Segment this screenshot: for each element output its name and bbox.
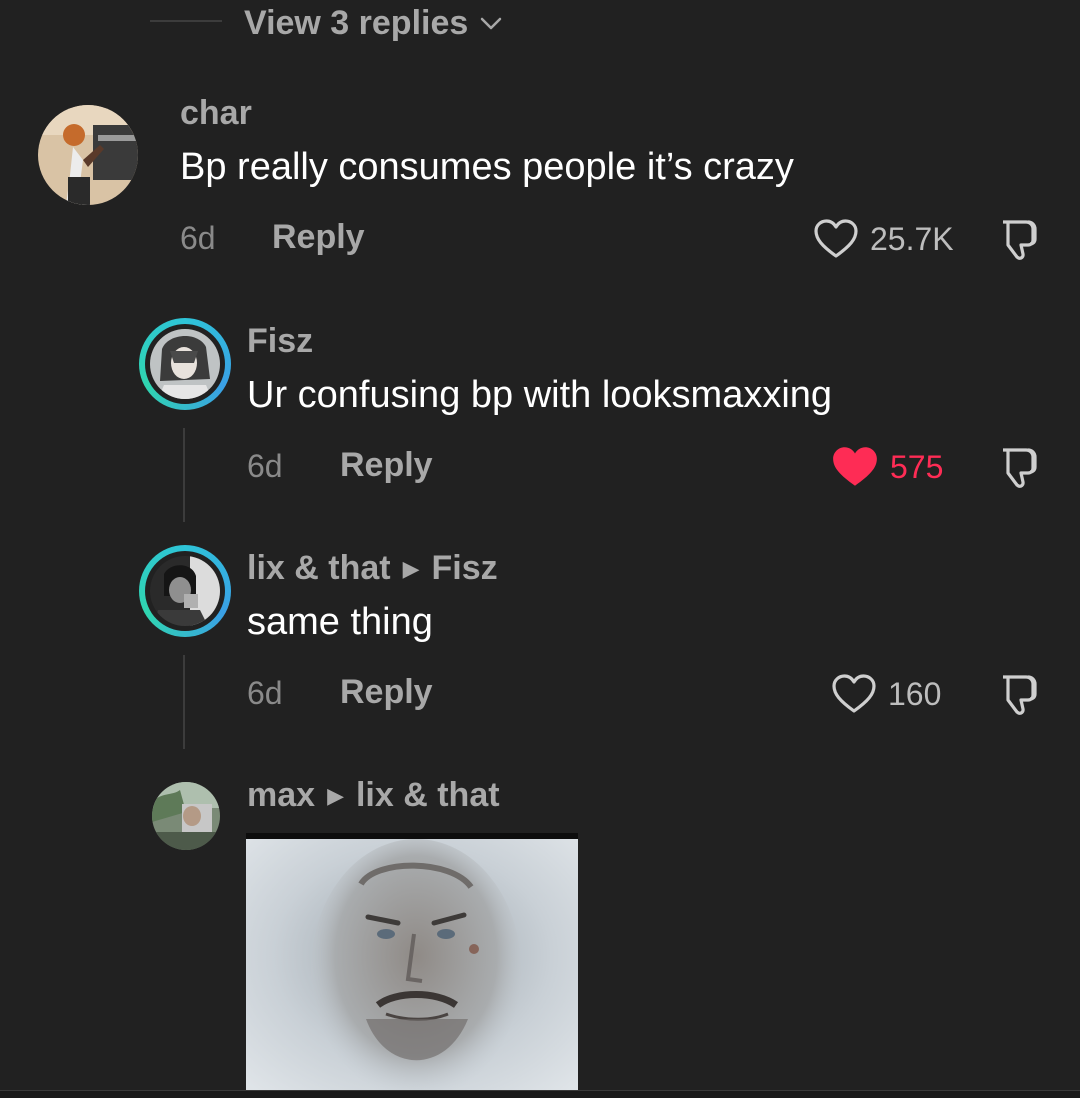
comment-text: same thing <box>247 601 433 643</box>
comment-image[interactable] <box>246 833 578 1093</box>
reply-button[interactable]: Reply <box>340 446 433 485</box>
heart-outline-icon <box>832 674 876 713</box>
like-count: 160 <box>888 675 942 712</box>
like-count: 575 <box>890 448 944 485</box>
comments-panel: View 3 replies char Bp really consumes p… <box>0 0 1080 1098</box>
reply-button[interactable]: Reply <box>340 673 433 712</box>
bottom-divider <box>0 1090 1080 1098</box>
comment-username[interactable]: lix & that ▶ Fisz <box>247 549 498 588</box>
thumbs-down-icon[interactable] <box>993 444 1041 492</box>
thread-divider <box>150 20 222 22</box>
like-button[interactable]: 25.7K <box>812 215 954 263</box>
comment-text: Bp really consumes people it’s crazy <box>180 146 794 188</box>
thread-line <box>183 428 185 522</box>
comment-username[interactable]: max ▶ lix & that <box>247 776 500 815</box>
avatar-max[interactable] <box>152 782 220 850</box>
comment-username[interactable]: char <box>180 94 252 133</box>
view-replies-label: View 3 replies <box>244 3 469 42</box>
comment-time: 6d <box>180 220 216 256</box>
avatar-char[interactable] <box>38 105 138 205</box>
avatar-lix-and-that[interactable] <box>139 545 231 637</box>
reply-button[interactable]: Reply <box>272 218 365 257</box>
triangle-right-icon: ▶ <box>327 782 344 808</box>
view-replies-button[interactable]: View 3 replies <box>244 0 504 46</box>
comment-time: 6d <box>247 448 283 484</box>
heart-outline-icon <box>814 219 858 258</box>
like-button[interactable]: 575 <box>830 442 943 492</box>
triangle-right-icon: ▶ <box>402 555 420 581</box>
heart-filled-icon <box>833 447 877 486</box>
reply-to-username[interactable]: lix & that <box>356 776 500 815</box>
thread-line <box>183 655 185 749</box>
thumbs-down-icon[interactable] <box>993 671 1041 719</box>
comment-username[interactable]: Fisz <box>247 322 313 361</box>
reply-to-username[interactable]: Fisz <box>432 549 498 588</box>
avatar-fisz[interactable] <box>139 318 231 410</box>
like-button[interactable]: 160 <box>830 670 941 718</box>
comment-time: 6d <box>247 675 283 711</box>
chevron-down-icon <box>481 17 502 30</box>
thumbs-down-icon[interactable] <box>993 216 1041 264</box>
comment-text: Ur confusing bp with looksmaxxing <box>247 374 833 416</box>
like-count: 25.7K <box>870 220 954 257</box>
